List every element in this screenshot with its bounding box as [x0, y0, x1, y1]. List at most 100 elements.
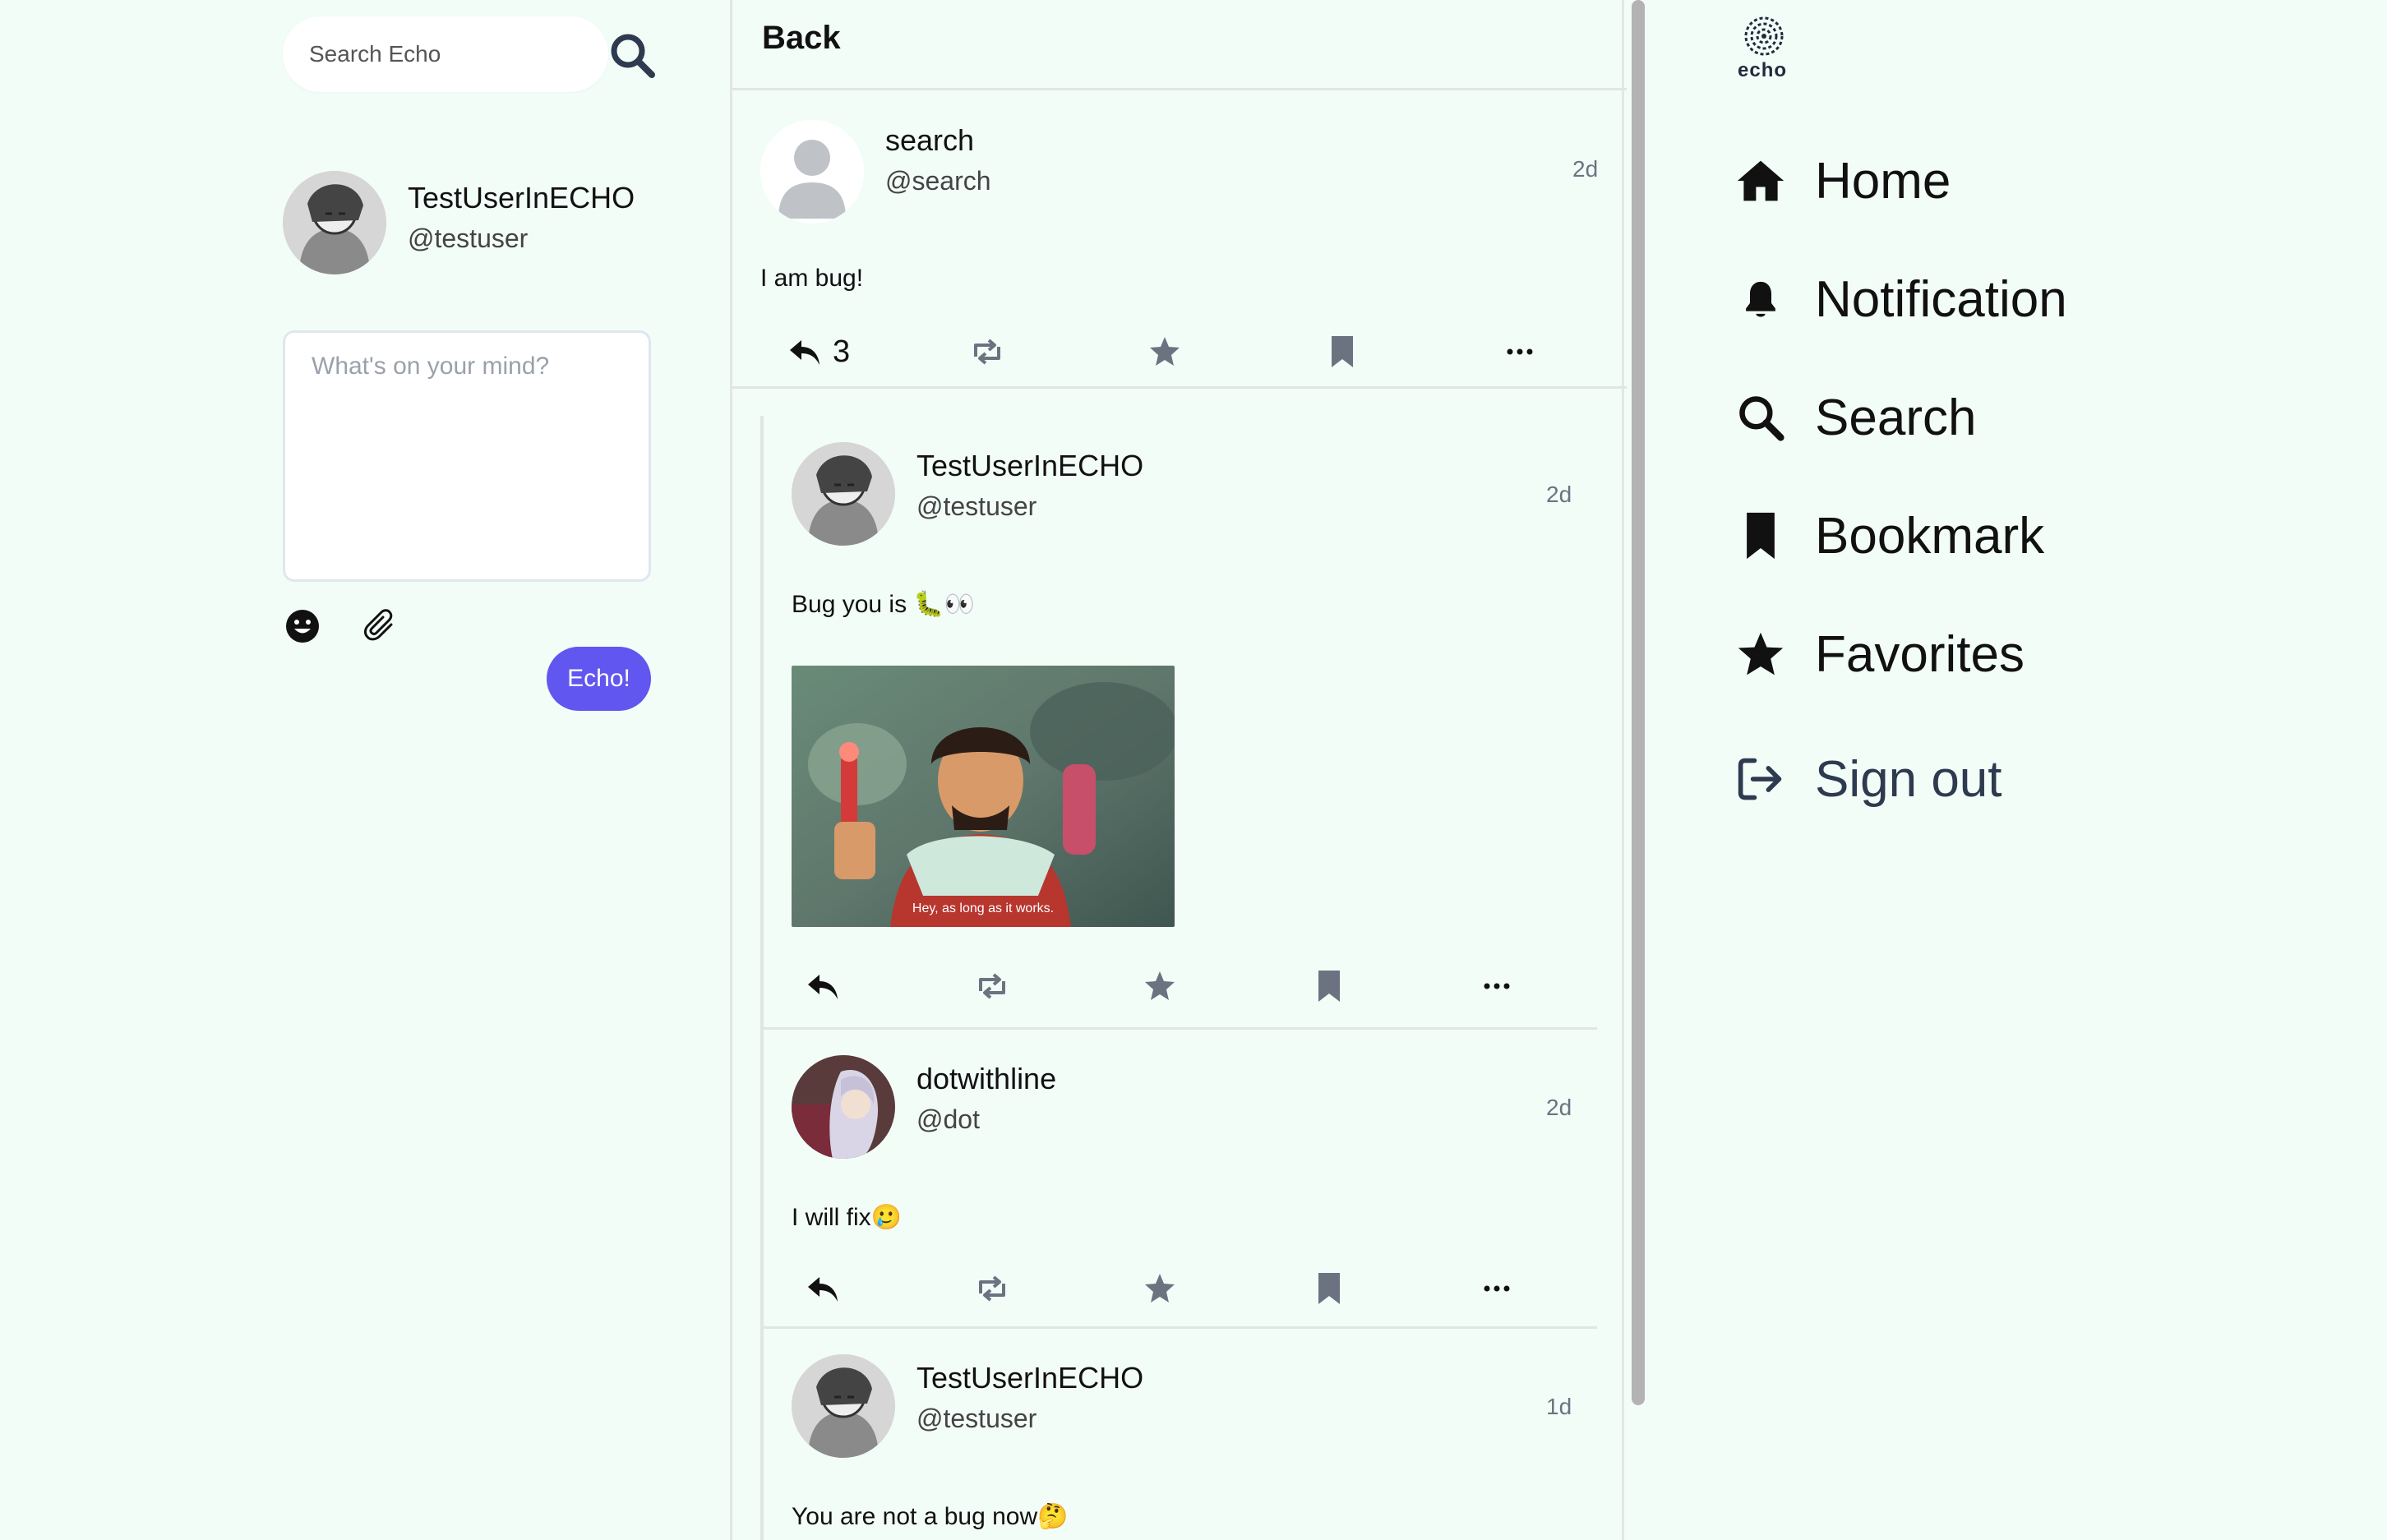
post-author-handle: @dot: [916, 1104, 980, 1134]
echo-submit-button[interactable]: Echo!: [547, 647, 651, 711]
nav-notification-label: Notification: [1815, 270, 2067, 328]
post-time: 2d: [1546, 1095, 1572, 1120]
star-icon: [1145, 971, 1175, 1000]
scrollbar[interactable]: [1632, 0, 1645, 1405]
nav-bookmark-label: Bookmark: [1815, 507, 2045, 565]
left-panel: Search Echo TestUserInECHO @testuser Wha…: [0, 0, 730, 1540]
current-user-card[interactable]: TestUserInECHO @testuser: [283, 171, 710, 286]
reply-post: TestUserInECHO @testuser 1d You are not …: [732, 1328, 1627, 1540]
post-time: 1d: [1546, 1394, 1572, 1419]
search-icon: [1734, 391, 1787, 444]
nav-signout-label: Sign out: [1815, 750, 2002, 808]
ellipsis-icon: [1507, 348, 1533, 355]
post-author-name[interactable]: dotwithline: [916, 1062, 1056, 1096]
more-options-button[interactable]: [1479, 961, 1515, 1011]
post-author-name[interactable]: TestUserInECHO: [916, 1361, 1143, 1395]
emoji-icon[interactable]: [284, 608, 321, 644]
bell-icon: [1734, 273, 1787, 325]
star-icon: [1150, 337, 1180, 366]
post-time: 2d: [1572, 156, 1599, 182]
more-options-button[interactable]: [1502, 327, 1538, 376]
current-user-handle: @testuser: [408, 224, 529, 253]
favorite-button[interactable]: [1142, 961, 1178, 1011]
post-text: You are not a bug now🤔: [792, 1503, 1069, 1530]
repost-icon: [979, 1275, 1005, 1302]
post-media-image[interactable]: Hey, as long as it works.: [792, 666, 1175, 927]
post-author-name[interactable]: search: [885, 123, 974, 158]
bookmark-icon: [1332, 336, 1353, 367]
avatar[interactable]: [792, 1055, 895, 1159]
compose-textarea[interactable]: What's on your mind?: [283, 330, 651, 582]
ellipsis-icon: [1484, 983, 1510, 989]
nav-signout[interactable]: Sign out: [1734, 746, 2002, 812]
reply-icon: [808, 1277, 838, 1302]
back-header: Back: [732, 0, 1627, 90]
search-input[interactable]: Search Echo: [283, 16, 608, 92]
avatar[interactable]: [760, 120, 864, 224]
avatar[interactable]: [792, 442, 895, 546]
star-icon: [1145, 1274, 1175, 1303]
reply-post: TestUserInECHO @testuser 2d Bug you is 🐛…: [732, 416, 1627, 1029]
post-text: I am bug!: [760, 265, 864, 292]
divider: [732, 386, 1627, 389]
reply-icon: [790, 340, 820, 365]
post-actions: [805, 961, 1594, 1011]
nav-home-label: Home: [1815, 152, 1951, 210]
repost-button[interactable]: [969, 327, 1005, 376]
nav-favorites-label: Favorites: [1815, 625, 2025, 683]
thread-panel: Back search @search 2d I am bug! 3 TestU…: [730, 0, 1645, 1540]
repost-icon: [979, 973, 1005, 999]
nav-favorites[interactable]: Favorites: [1734, 621, 2025, 687]
media-caption: Hey, as long as it works.: [912, 901, 1054, 915]
post-author-name[interactable]: TestUserInECHO: [916, 449, 1143, 483]
sign-out-icon: [1734, 753, 1787, 805]
post-time: 2d: [1546, 482, 1572, 507]
post-author-handle: @testuser: [916, 491, 1037, 521]
search-placeholder: Search Echo: [309, 41, 441, 67]
repost-button[interactable]: [974, 1264, 1010, 1313]
bookmark-button[interactable]: [1311, 1264, 1347, 1313]
attachment-icon[interactable]: [363, 608, 399, 644]
bookmark-button[interactable]: [1324, 327, 1360, 376]
current-user-name: TestUserInECHO: [408, 181, 635, 214]
more-options-button[interactable]: [1479, 1264, 1515, 1313]
nav-panel: echo Home Notification Search Bookmark F…: [1649, 0, 2387, 1540]
bookmark-icon: [1734, 509, 1787, 562]
reply-icon: [808, 975, 838, 999]
reply-button[interactable]: [805, 961, 841, 1011]
bookmark-icon: [1318, 1273, 1340, 1304]
favorite-button[interactable]: [1142, 1264, 1178, 1313]
ellipsis-icon: [1484, 1285, 1510, 1292]
repost-button[interactable]: [974, 961, 1010, 1011]
reply-count: 3: [833, 334, 851, 369]
reply-button[interactable]: 3: [787, 327, 850, 376]
home-icon: [1734, 154, 1787, 207]
nav-search[interactable]: Search: [1734, 385, 1976, 450]
bookmark-icon: [1318, 971, 1340, 1002]
echo-logo-icon: [1744, 16, 1784, 56]
star-icon: [1734, 628, 1787, 680]
echo-logo[interactable]: echo: [1733, 15, 1795, 82]
bookmark-button[interactable]: [1311, 961, 1347, 1011]
nav-home[interactable]: Home: [1734, 148, 1951, 214]
main-post: search @search 2d I am bug! 3: [732, 90, 1627, 388]
avatar[interactable]: [792, 1354, 895, 1458]
post-author-handle: @testuser: [916, 1404, 1037, 1433]
avatar: [283, 171, 386, 274]
nav-search-label: Search: [1815, 389, 1977, 446]
post-text: I will fix🥲: [792, 1204, 903, 1231]
post-author-handle: @search: [885, 166, 991, 196]
search-icon[interactable]: [607, 30, 659, 82]
nav-bookmark[interactable]: Bookmark: [1734, 503, 2044, 569]
post-actions: [805, 1264, 1594, 1313]
app-root: Search Echo TestUserInECHO @testuser Wha…: [0, 0, 2387, 1540]
favorite-button[interactable]: [1147, 327, 1183, 376]
reply-post: dotwithline @dot 2d I will fix🥲: [732, 1029, 1627, 1326]
repost-icon: [974, 339, 1000, 365]
reply-button[interactable]: [805, 1264, 841, 1313]
post-actions: 3: [787, 327, 1576, 376]
back-button[interactable]: Back: [762, 20, 841, 57]
post-text: Bug you is 🐛👀: [792, 591, 976, 618]
nav-notification[interactable]: Notification: [1734, 266, 2067, 332]
compose-placeholder: What's on your mind?: [312, 353, 550, 380]
